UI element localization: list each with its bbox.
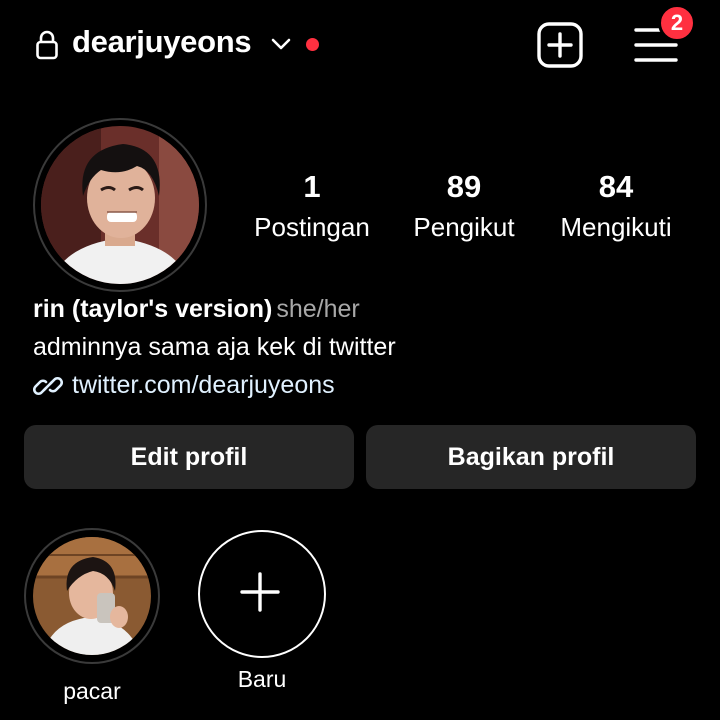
bio-link-text[interactable]: twitter.com/dearjuyeons [72,368,335,402]
highlight-ring [24,528,160,664]
link-icon [33,376,63,396]
stat-following-value: 84 [598,169,634,204]
share-profile-button[interactable]: Bagikan profil [366,425,696,489]
chevron-down-icon[interactable] [270,36,292,52]
profile-header: dearjuyeons 2 [0,0,720,92]
highlight-label: pacar [63,678,121,704]
stat-posts[interactable]: 1 Postingan [240,168,384,244]
stat-following[interactable]: 84 Mengikuti [548,168,684,244]
new-highlight-label: Baru [237,666,287,692]
bio-name-row: rin (taylor's version) she/her [33,292,360,326]
stat-followers-label: Pengikut [413,212,515,242]
highlight-pacar[interactable]: pacar [24,528,160,704]
stat-posts-value: 1 [303,169,321,204]
status-dot [306,38,319,51]
edit-profile-button[interactable]: Edit profil [24,425,354,489]
create-post-icon[interactable] [536,22,584,68]
stat-following-label: Mengikuti [560,212,672,242]
highlight-cover [33,537,151,655]
plus-icon [240,572,280,612]
stat-posts-label: Postingan [254,212,370,242]
pronouns: she/her [276,295,360,323]
stat-followers-value: 89 [446,169,482,204]
lock-icon [36,30,58,60]
bio-text: adminnya sama aja kek di twitter [33,333,396,361]
notification-badge[interactable]: 2 [658,4,696,42]
stat-followers[interactable]: 89 Pengikut [400,168,528,244]
avatar-photo [41,126,199,284]
avatar[interactable] [41,126,199,284]
username-switcher[interactable]: dearjuyeons [72,24,252,60]
display-name: rin (taylor's version) [33,295,273,323]
